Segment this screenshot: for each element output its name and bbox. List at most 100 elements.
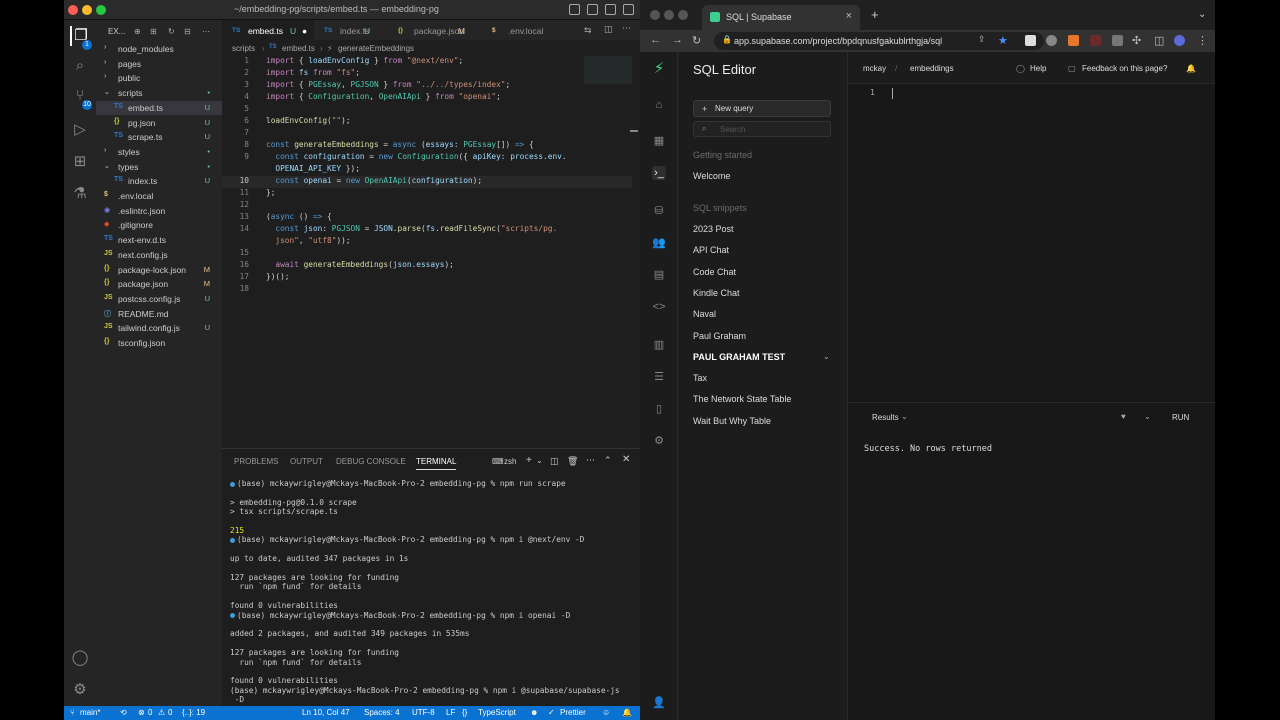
indentation[interactable]: Spaces: 4 xyxy=(364,708,400,717)
language-mode[interactable]: TypeScript xyxy=(478,708,516,717)
minimap[interactable] xyxy=(584,56,632,84)
snippet-item[interactable]: The Network State Table xyxy=(693,394,791,404)
tree-item[interactable]: › public xyxy=(96,71,222,86)
storage-icon[interactable]: ▤ xyxy=(652,268,666,282)
metamask-extension-icon[interactable] xyxy=(1068,35,1079,46)
tree-item[interactable]: {} package-lock.json M xyxy=(96,263,222,278)
tree-item[interactable]: TS index.ts U xyxy=(96,174,222,189)
breadcrumb-project[interactable]: embeddings xyxy=(910,64,954,73)
feedback-button[interactable]: Feedback on this page? xyxy=(1082,64,1167,73)
chevron-down-icon[interactable]: ⌄ xyxy=(823,352,830,361)
extension-icon[interactable] xyxy=(1046,35,1057,46)
chevron-down-icon[interactable]: ⌄ xyxy=(1198,9,1206,20)
chevron-down-icon[interactable]: ⌄ xyxy=(1144,412,1151,421)
close-window-button[interactable] xyxy=(68,5,78,15)
minimize-window-button[interactable] xyxy=(82,5,92,15)
toggle-secondary-sidebar-icon[interactable] xyxy=(605,4,616,15)
zoom-window-button[interactable] xyxy=(96,5,106,15)
terminal-output[interactable]: (base) mckaywrigley@Mckays-MacBook-Pro-2… xyxy=(230,479,634,707)
warnings-count[interactable]: 0 xyxy=(168,708,172,717)
results-tab[interactable]: Results xyxy=(872,413,899,422)
formatter[interactable]: Prettier xyxy=(560,708,586,717)
zoom-window-button[interactable] xyxy=(678,10,688,20)
snippet-item[interactable]: API Chat xyxy=(693,245,729,255)
tree-item[interactable]: › node_modules xyxy=(96,42,222,57)
minimize-window-button[interactable] xyxy=(664,10,674,20)
tab-env-local[interactable]: $ .env.local xyxy=(482,20,560,40)
git-branch[interactable]: main* xyxy=(80,708,100,717)
tab-index-ts[interactable]: TS index.ts U xyxy=(314,20,388,40)
extensions-icon[interactable]: ⊞ xyxy=(70,152,90,172)
help-button[interactable]: Help xyxy=(1030,64,1046,73)
account-icon[interactable]: 👤 xyxy=(652,696,666,710)
extension-icon[interactable] xyxy=(1090,35,1101,46)
notion-extension-icon[interactable] xyxy=(1025,35,1036,46)
tree-item[interactable]: {} tsconfig.json xyxy=(96,336,222,351)
tab-package-json[interactable]: {} package.json M xyxy=(388,20,482,40)
tree-item[interactable]: › styles • xyxy=(96,145,222,160)
api-docs-icon[interactable]: ▯ xyxy=(652,402,666,416)
sidebar-icon[interactable]: ◫ xyxy=(1154,34,1164,47)
notifications-icon[interactable]: 🔔 xyxy=(622,708,632,717)
tree-item[interactable]: ◉ .eslintrc.json xyxy=(96,204,222,219)
tree-item[interactable]: {} pg.json U xyxy=(96,116,222,131)
tree-item[interactable]: ⓘ README.md xyxy=(96,307,222,322)
tree-item[interactable]: TS scrape.ts U xyxy=(96,130,222,145)
browser-tab[interactable]: SQL | Supabase × xyxy=(702,5,860,30)
trash-icon[interactable]: 🗑 xyxy=(567,456,578,467)
unsaved-dot-icon[interactable]: ● xyxy=(302,26,307,36)
sql-editor-icon[interactable]: ›_ xyxy=(652,166,666,180)
tab-problems[interactable]: PROBLEMS xyxy=(234,457,278,466)
tree-item[interactable]: JS postcss.config.js U xyxy=(96,292,222,307)
tree-item[interactable]: {} package.json M xyxy=(96,277,222,292)
breadcrumb-symbol[interactable]: generateEmbeddings xyxy=(338,44,414,53)
snippet-item[interactable]: Paul Graham xyxy=(693,331,746,341)
more-actions-icon[interactable]: ⋯ xyxy=(586,455,595,466)
users-icon[interactable]: 👥 xyxy=(652,236,666,250)
code-editor[interactable]: 1 import { loadEnvConfig } from "@next/en… xyxy=(222,56,640,446)
tree-item[interactable]: $ .env.local xyxy=(96,189,222,204)
snippet-item[interactable]: 2023 Post xyxy=(693,224,734,234)
open-changes-icon[interactable]: ⇆ xyxy=(584,25,592,36)
selection-info[interactable]: {..}: 19 xyxy=(182,708,205,717)
cursor-position[interactable]: Ln 10, Col 47 xyxy=(302,708,350,717)
snippet-item[interactable]: Kindle Chat xyxy=(693,288,740,298)
snippet-item[interactable]: PAUL GRAHAM TEST ⌄ xyxy=(693,352,830,362)
menu-icon[interactable]: ⋮ xyxy=(1197,34,1208,47)
breadcrumb-file[interactable]: embed.ts xyxy=(282,44,315,53)
split-terminal-icon[interactable]: ◫ xyxy=(550,456,559,467)
collapse-all-icon[interactable]: ⊟ xyxy=(184,27,191,36)
chevron-down-icon[interactable]: ⌄ xyxy=(536,456,543,465)
new-tab-icon[interactable]: + xyxy=(871,7,879,22)
forward-icon[interactable]: → xyxy=(672,34,683,46)
settings-gear-icon[interactable]: ⚙ xyxy=(70,680,90,700)
extension-icon[interactable] xyxy=(1112,35,1123,46)
split-editor-icon[interactable]: ◫ xyxy=(604,24,613,35)
reports-icon[interactable]: ▥ xyxy=(652,338,666,352)
close-window-button[interactable] xyxy=(650,10,660,20)
extensions-puzzle-icon[interactable]: ✣ xyxy=(1132,34,1141,47)
encoding[interactable]: UTF-8 xyxy=(412,708,435,717)
run-debug-icon[interactable]: ▷ xyxy=(70,120,90,140)
sql-query-editor[interactable]: 1 xyxy=(848,84,1215,402)
profile-avatar[interactable] xyxy=(1174,35,1185,46)
home-icon[interactable]: ⌂ xyxy=(652,98,666,112)
database-icon[interactable]: ⛁ xyxy=(652,204,666,218)
feedback-icon[interactable]: ☺ xyxy=(602,708,610,717)
share-icon[interactable]: ⇪ xyxy=(978,34,986,45)
search-icon[interactable]: ⌕ xyxy=(70,56,90,76)
tree-item[interactable]: ⌄ types • xyxy=(96,160,222,175)
tree-item[interactable]: JS next.config.js xyxy=(96,248,222,263)
snippet-item[interactable]: Wait But Why Table xyxy=(693,416,771,426)
problems-count[interactable]: 0 xyxy=(148,708,152,717)
tree-item[interactable]: TS embed.ts U xyxy=(96,100,222,116)
toggle-sidebar-icon[interactable] xyxy=(569,4,580,15)
tab-terminal[interactable]: TERMINAL xyxy=(416,457,457,470)
snippet-item[interactable]: Code Chat xyxy=(693,267,736,277)
refresh-icon[interactable]: ↻ xyxy=(168,27,175,36)
new-file-icon[interactable]: ⊕ xyxy=(134,27,141,36)
maximize-panel-icon[interactable]: ⌃ xyxy=(604,455,612,466)
chevron-down-icon[interactable]: ⌄ xyxy=(901,412,908,421)
supabase-logo-icon[interactable]: ⚡ xyxy=(652,61,666,76)
breadcrumb-org[interactable]: mckay xyxy=(863,64,886,73)
